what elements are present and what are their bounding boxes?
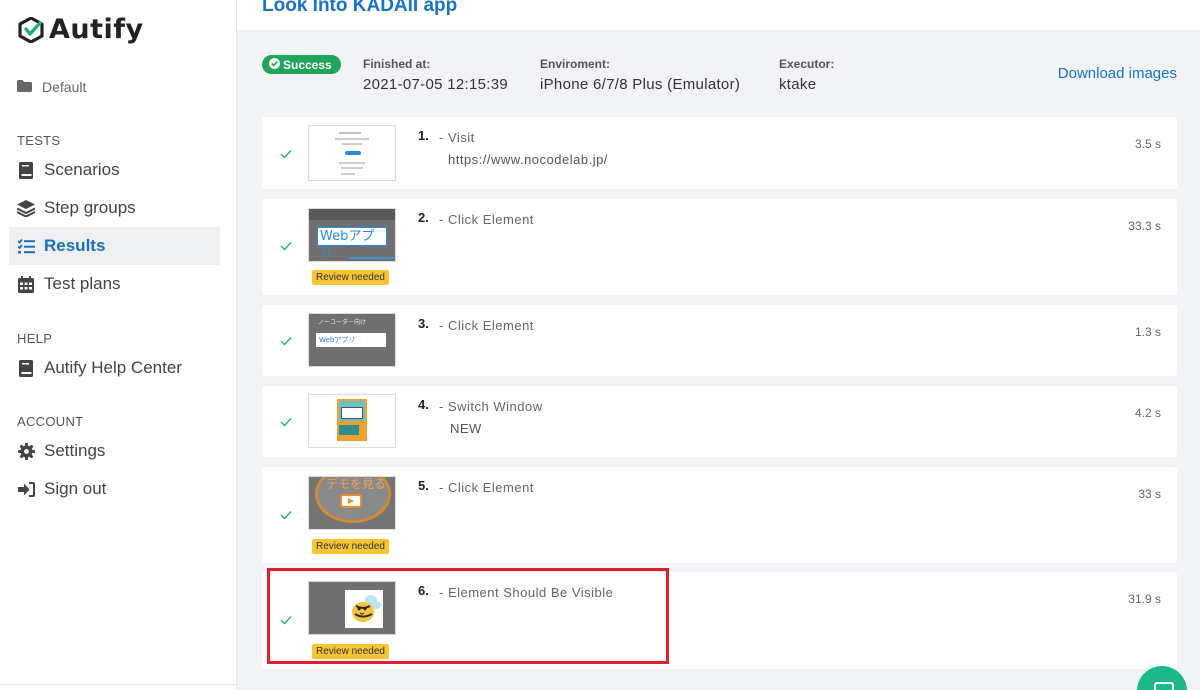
- nav-item-step-groups[interactable]: Step groups: [9, 189, 220, 227]
- step-screenshot-thumbnail[interactable]: [308, 125, 396, 181]
- finished-at-label: Finished at:: [363, 57, 431, 71]
- step-row[interactable]: 4. - Switch Window NEW 4.2 s: [262, 386, 1177, 457]
- environment-label: Enviroment:: [540, 57, 611, 71]
- executor: Executor: ktake: [779, 57, 834, 93]
- step-number: 5.: [418, 478, 429, 493]
- chat-button[interactable]: [1137, 666, 1187, 690]
- step-screenshot-thumbnail[interactable]: [308, 581, 396, 635]
- check-icon: [280, 337, 292, 346]
- thumbnail-caption: ノーコーダー向け: [318, 319, 367, 326]
- step-screenshot-thumbnail[interactable]: ノーコーダー向け Webアプリ: [308, 313, 396, 367]
- step-duration: 3.5 s: [1134, 137, 1161, 151]
- step-action: - Visit: [439, 130, 475, 145]
- step-row[interactable]: デモを見る Review needed 5. - Click Element 3…: [262, 467, 1177, 563]
- nav-item-settings[interactable]: Settings: [9, 432, 220, 470]
- step-number: 6.: [418, 583, 429, 598]
- nav-item-label: Results: [44, 236, 106, 255]
- nav-item-test-plans[interactable]: Test plans: [9, 265, 220, 303]
- layers-icon: [17, 199, 35, 217]
- step-row[interactable]: 1. - Visit https://www.nocodelab.jp/ 3.5…: [262, 117, 1177, 189]
- calendar-icon: [17, 275, 35, 293]
- nav-item-scenarios[interactable]: Scenarios: [9, 151, 220, 189]
- step-action: - Element Should Be Visible: [439, 585, 614, 600]
- step-action: - Click Element: [439, 212, 534, 227]
- thumbnail-text: Webアプリ: [317, 227, 387, 261]
- step-detail: NEW: [450, 421, 482, 436]
- autify-logo[interactable]: Autify: [17, 14, 144, 45]
- environment-value: iPhone 6/7/8 Plus (Emulator): [540, 76, 741, 93]
- nav-item-label: Autify Help Center: [44, 358, 182, 377]
- chat-icon: [1154, 682, 1174, 690]
- status-badge: Success: [262, 55, 341, 74]
- nav-item-help-center[interactable]: Autify Help Center: [9, 349, 220, 387]
- autify-logo-icon: [18, 16, 44, 43]
- bee-illustration: [352, 595, 381, 622]
- step-number: 2.: [418, 210, 429, 225]
- folder-icon: [17, 79, 32, 95]
- step-number: 3.: [418, 316, 429, 331]
- step-duration: 4.2 s: [1134, 406, 1161, 420]
- download-images-link[interactable]: Download images: [1058, 65, 1177, 82]
- step-duration: 1.3 s: [1134, 325, 1161, 339]
- step-row[interactable]: Review needed 6. - Element Should Be Vis…: [262, 572, 1177, 669]
- book-icon: [17, 359, 35, 377]
- check-icon: [280, 150, 292, 159]
- check-icon: [280, 242, 292, 251]
- step-screenshot-thumbnail[interactable]: デモを見る: [308, 476, 396, 530]
- step-number: 1.: [418, 128, 429, 143]
- nav-item-label: Scenarios: [44, 160, 120, 179]
- nav-item-label: Step groups: [44, 198, 136, 217]
- executor-label: Executor:: [779, 57, 835, 71]
- step-row[interactable]: ノーコーダー向け Webアプリ 3. - Click Element 1.3 s: [262, 305, 1177, 376]
- step-action: - Switch Window: [439, 399, 543, 414]
- check-icon: [280, 418, 292, 427]
- nav-item-label: Test plans: [44, 274, 121, 293]
- nav-item-results[interactable]: Results: [9, 227, 220, 265]
- check-icon: [280, 511, 292, 520]
- result-summary: Success Finished at: 2021-07-05 12:15:39…: [262, 52, 1177, 102]
- environment: Enviroment: iPhone 6/7/8 Plus (Emulator): [540, 57, 740, 93]
- section-label-account: ACCOUNT: [17, 414, 84, 429]
- check-icon: [280, 616, 292, 625]
- thumbnail-text: デモを見る: [326, 477, 387, 491]
- step-row[interactable]: Webアプリ Review needed 2. - Click Element …: [262, 199, 1177, 295]
- nav-item-label: Settings: [44, 441, 106, 460]
- executor-value: ktake: [779, 76, 817, 93]
- nav-item-label: Sign out: [44, 479, 107, 498]
- thumbnail-text: Webアプリ: [316, 333, 386, 347]
- step-action: - Click Element: [439, 318, 534, 333]
- step-action: - Click Element: [439, 480, 534, 495]
- finished-at: Finished at: 2021-07-05 12:15:39: [363, 57, 508, 93]
- workspace-selector[interactable]: Default: [17, 79, 86, 95]
- section-label-tests: TESTS: [17, 133, 61, 148]
- tasks-icon: [17, 237, 35, 255]
- app-name: Autify: [49, 14, 144, 45]
- step-duration: 33.3 s: [1128, 219, 1161, 233]
- step-detail: https://www.nocodelab.jp/: [448, 152, 608, 167]
- review-needed-badge: Review needed: [312, 270, 389, 285]
- page-title: Look Into KADAII app: [262, 0, 458, 16]
- step-screenshot-thumbnail[interactable]: [308, 394, 396, 448]
- sidebar: Autify Default TESTS Scenarios Step grou…: [0, 0, 237, 690]
- step-screenshot-thumbnail[interactable]: Webアプリ: [308, 208, 396, 262]
- check-circle-icon: [269, 57, 280, 72]
- book-icon: [17, 161, 35, 179]
- review-needed-badge: Review needed: [312, 644, 389, 659]
- workspace-name: Default: [42, 79, 87, 95]
- nav-item-sign-out[interactable]: Sign out: [9, 470, 220, 508]
- sidebar-footer: [0, 684, 237, 690]
- step-duration: 31.9 s: [1128, 592, 1161, 606]
- status-text: Success: [283, 57, 332, 72]
- step-duration: 33 s: [1138, 487, 1161, 501]
- finished-at-value: 2021-07-05 12:15:39: [363, 76, 508, 93]
- sign-out-icon: [17, 480, 35, 498]
- step-number: 4.: [418, 397, 429, 412]
- gear-icon: [17, 442, 35, 460]
- review-needed-badge: Review needed: [312, 539, 389, 554]
- section-label-help: HELP: [17, 331, 53, 346]
